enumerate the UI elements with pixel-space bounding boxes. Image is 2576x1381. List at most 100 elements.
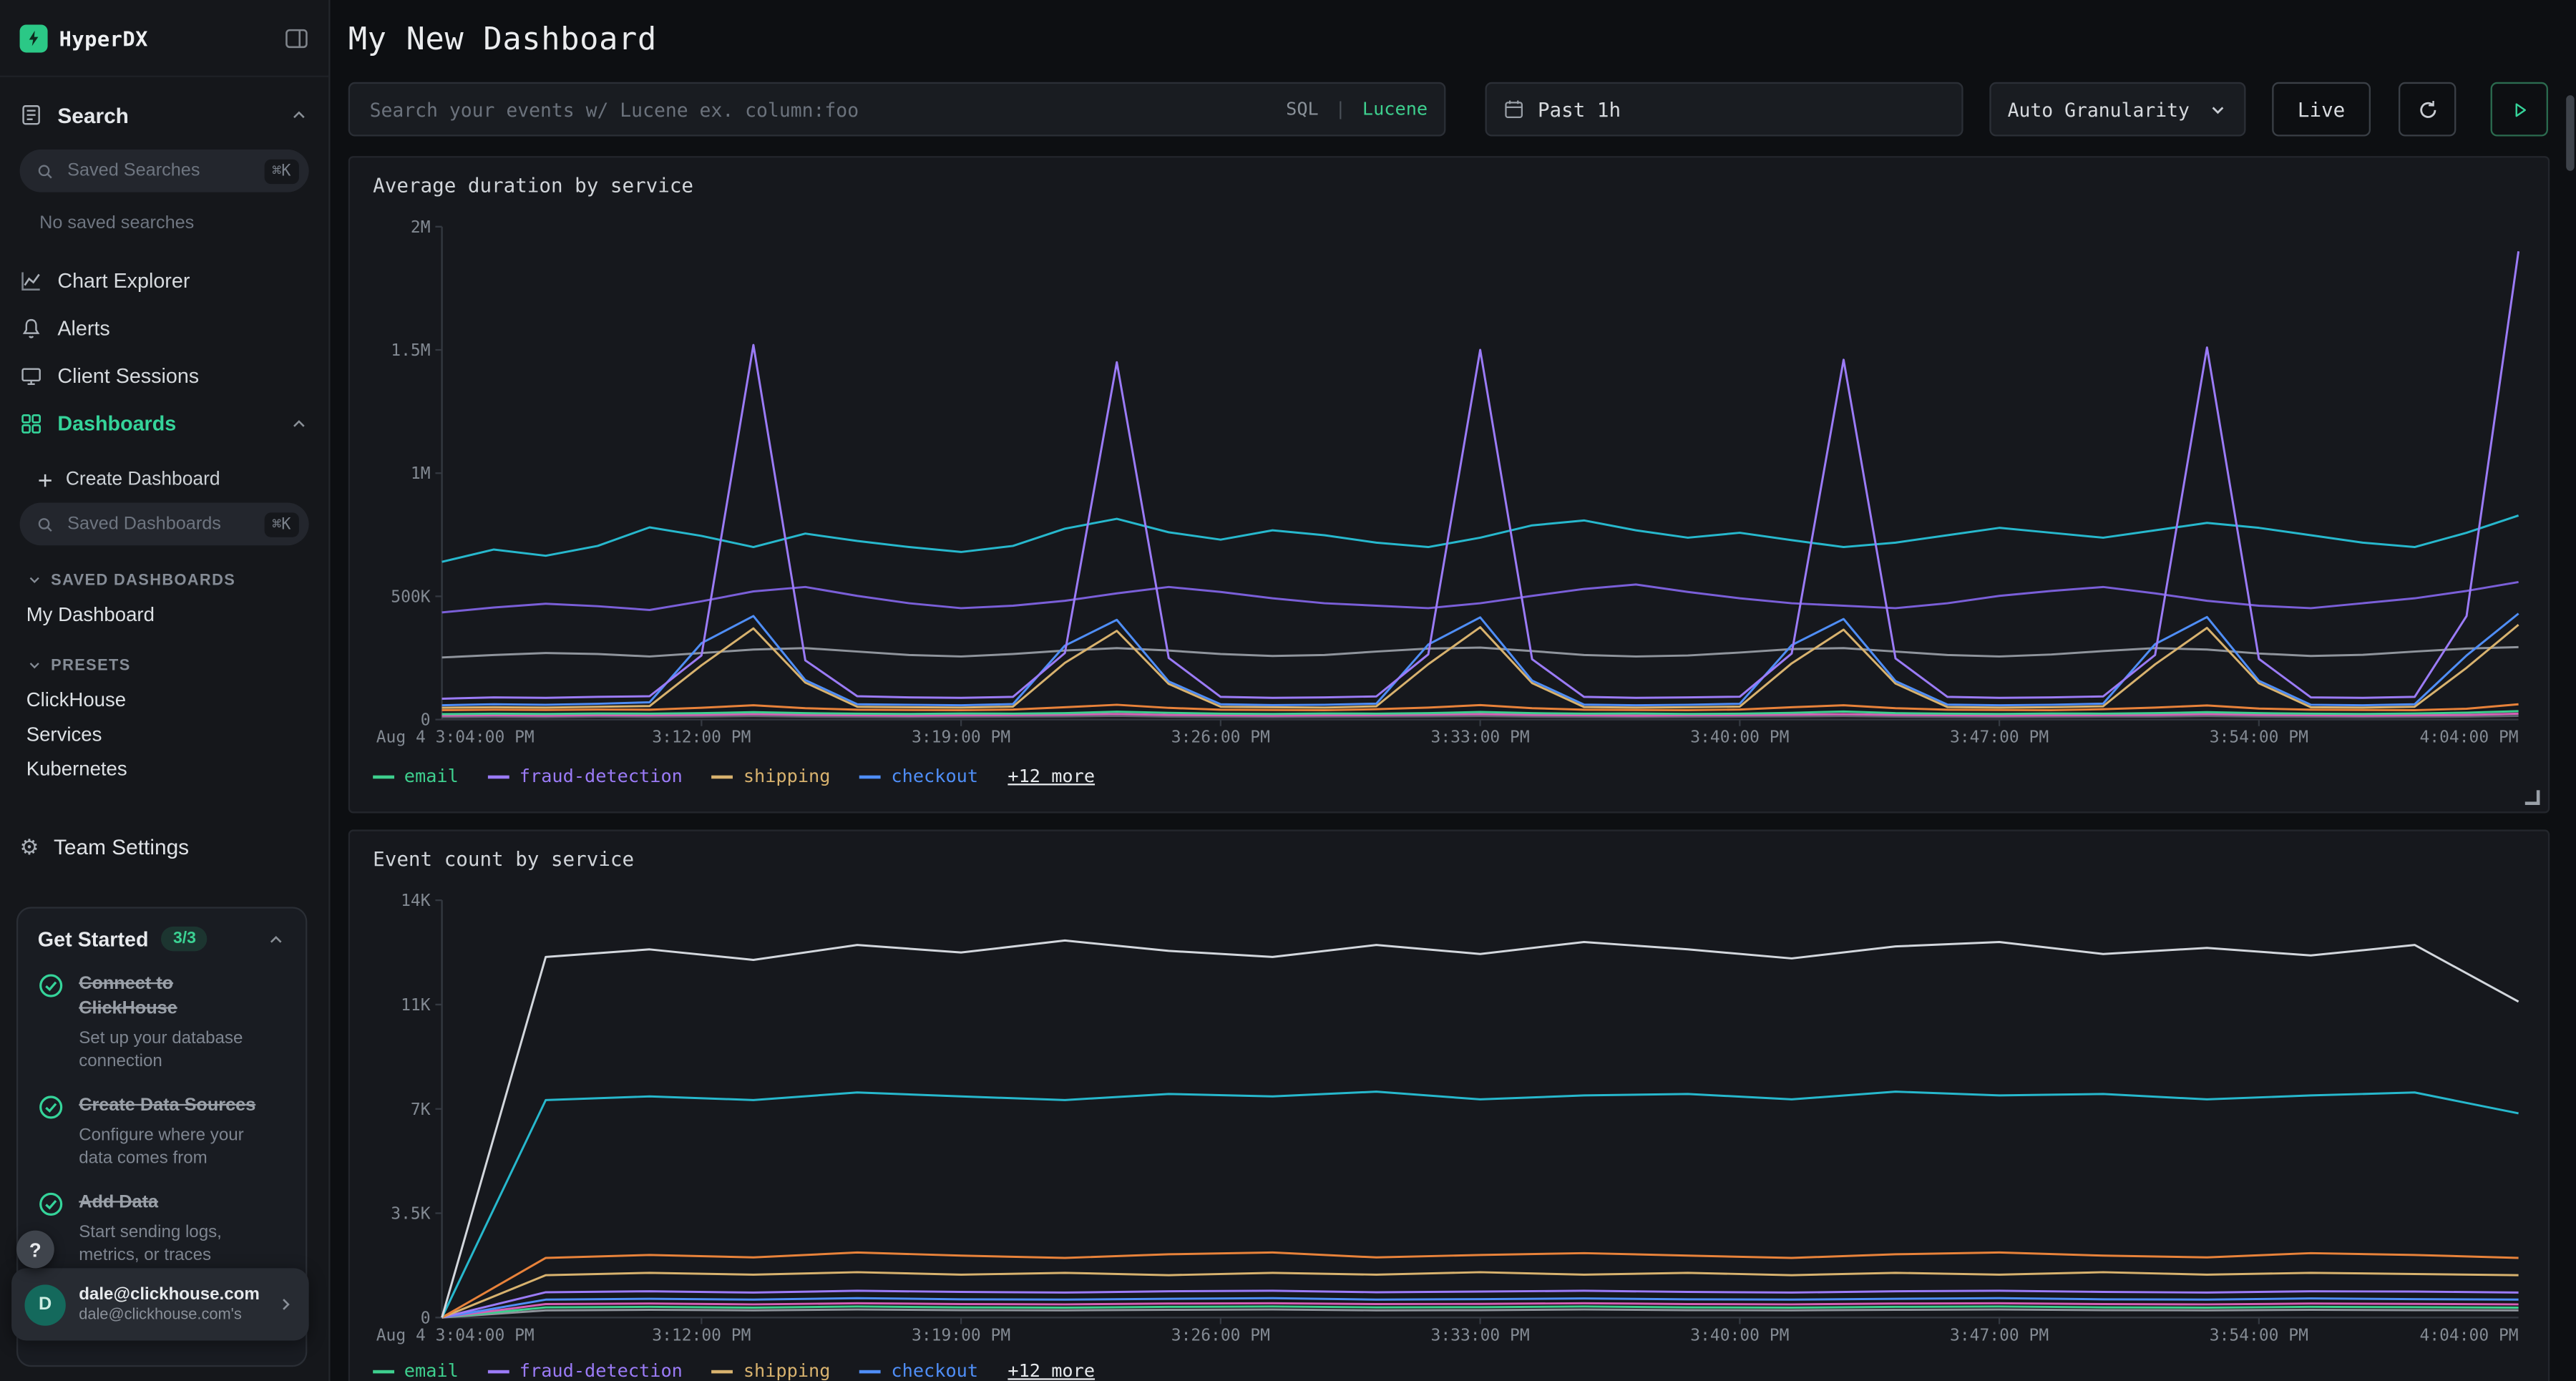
chart-title: Event count by service bbox=[373, 848, 634, 871]
legend-dash-icon bbox=[488, 775, 509, 779]
legend-item-fraud-detection[interactable]: fraud-detection bbox=[488, 1360, 683, 1381]
dashboard-item-my-dashboard[interactable]: My Dashboard bbox=[0, 596, 328, 630]
legend-more-link[interactable]: +12 more bbox=[1008, 766, 1095, 787]
legend-dash-icon bbox=[712, 1370, 733, 1373]
hyperdx-logo-icon bbox=[20, 24, 48, 52]
plus-icon bbox=[36, 471, 54, 489]
legend-item-email[interactable]: email bbox=[373, 766, 459, 787]
sidebar-item-alerts[interactable]: Alerts bbox=[0, 304, 328, 352]
svg-text:3:12:00 PM: 3:12:00 PM bbox=[652, 1326, 751, 1345]
saved-searches-search[interactable]: ⌘K bbox=[20, 150, 309, 192]
preset-item-services[interactable]: Services bbox=[0, 716, 328, 751]
refresh-icon bbox=[2416, 98, 2439, 121]
granularity-select[interactable]: Auto Granularity bbox=[1989, 82, 2245, 137]
create-dashboard-button[interactable]: Create Dashboard bbox=[0, 460, 328, 499]
panel-resize-handle[interactable] bbox=[2525, 790, 2540, 805]
legend-item-shipping[interactable]: shipping bbox=[712, 766, 830, 787]
presets-group-header[interactable]: PRESETS bbox=[0, 649, 328, 682]
run-query-button[interactable] bbox=[2491, 82, 2548, 137]
page-title: My New Dashboard bbox=[348, 21, 2576, 58]
svg-text:3:19:00 PM: 3:19:00 PM bbox=[912, 1326, 1010, 1345]
sidebar-item-dashboards[interactable]: Dashboards bbox=[0, 399, 328, 447]
legend-item-checkout[interactable]: checkout bbox=[860, 1360, 978, 1381]
legend-label: fraud-detection bbox=[519, 766, 683, 787]
saved-dashboards-search[interactable]: ⌘K bbox=[20, 503, 309, 546]
lucene-mode-toggle[interactable]: Lucene bbox=[1362, 99, 1428, 120]
sidebar-item-label: Client Sessions bbox=[57, 364, 199, 387]
sidebar-item-label: Chart Explorer bbox=[57, 268, 190, 291]
no-saved-searches-text: No saved searches bbox=[39, 213, 328, 233]
sidebar-item-label: Alerts bbox=[57, 316, 109, 339]
get-started-step[interactable]: Connect to ClickHouse Set up your databa… bbox=[38, 972, 286, 1073]
legend-dash-icon bbox=[488, 1370, 509, 1373]
gear-icon: ⚙ bbox=[20, 835, 39, 857]
svg-text:Aug 4 3:04:00 PM: Aug 4 3:04:00 PM bbox=[376, 1326, 535, 1345]
get-started-header[interactable]: Get Started 3/3 bbox=[38, 927, 286, 951]
granularity-value: Auto Granularity bbox=[2008, 98, 2208, 121]
sidebar-item-client-sessions[interactable]: Client Sessions bbox=[0, 351, 328, 399]
hyperdx-app: HyperDX Search ⌘K No saved searches bbox=[0, 0, 2576, 1381]
chevron-down-icon bbox=[26, 572, 43, 588]
sidebar-item-chart-explorer[interactable]: Chart Explorer bbox=[0, 256, 328, 304]
chevron-up-icon bbox=[289, 413, 309, 433]
refresh-button[interactable] bbox=[2399, 82, 2456, 137]
svg-text:14K: 14K bbox=[401, 892, 431, 910]
saved-dashboards-input[interactable] bbox=[64, 512, 254, 535]
legend-dash-icon bbox=[712, 775, 733, 779]
legend-more-link[interactable]: +12 more bbox=[1008, 1360, 1095, 1381]
step-description: Configure where your data comes from bbox=[79, 1123, 279, 1170]
time-range-value: Past 1h bbox=[1538, 98, 1621, 121]
event-search-input[interactable] bbox=[366, 96, 1273, 122]
saved-searches-input[interactable] bbox=[64, 160, 254, 182]
sidebar-item-label: Dashboards bbox=[57, 411, 176, 434]
preset-item-kubernetes[interactable]: Kubernetes bbox=[0, 751, 328, 785]
sidebar-nav: Chart Explorer Alerts Client Sessions Da… bbox=[0, 256, 328, 446]
chart-panel-event-count: Event count by service 03.5K7K11K14KAug … bbox=[348, 829, 2550, 1381]
time-range-picker[interactable]: Past 1h bbox=[1485, 82, 1963, 137]
get-started-step[interactable]: Create Data Sources Configure where your… bbox=[38, 1094, 286, 1170]
team-settings-button[interactable]: ⚙ Team Settings bbox=[0, 821, 328, 871]
search-section-icon bbox=[20, 104, 43, 127]
user-team: dale@clickhouse.com's bbox=[79, 1306, 263, 1324]
legend-dash-icon bbox=[860, 1370, 882, 1373]
svg-text:3:26:00 PM: 3:26:00 PM bbox=[1171, 1326, 1270, 1345]
preset-item-label: Services bbox=[26, 722, 102, 745]
legend-label: checkout bbox=[891, 766, 978, 787]
sidebar-collapse-icon[interactable] bbox=[284, 26, 308, 50]
line-chart-svg: 0500K1M1.5M2MAug 4 3:04:00 PM3:12:00 PM3… bbox=[370, 213, 2529, 752]
legend-item-shipping[interactable]: shipping bbox=[712, 1360, 830, 1381]
svg-text:0: 0 bbox=[421, 1309, 431, 1327]
vertical-scrollbar[interactable] bbox=[2566, 95, 2574, 171]
svg-text:3:40:00 PM: 3:40:00 PM bbox=[1690, 728, 1789, 747]
user-menu[interactable]: D dale@clickhouse.com dale@clickhouse.co… bbox=[11, 1268, 309, 1340]
grid-icon bbox=[20, 411, 43, 434]
svg-text:Aug 4 3:04:00 PM: Aug 4 3:04:00 PM bbox=[376, 728, 535, 747]
legend-label: fraud-detection bbox=[519, 1360, 683, 1381]
svg-text:3:54:00 PM: 3:54:00 PM bbox=[2210, 728, 2308, 747]
user-info: dale@clickhouse.com dale@clickhouse.com'… bbox=[79, 1284, 263, 1324]
svg-text:1.5M: 1.5M bbox=[391, 341, 430, 360]
legend-item-fraud-detection[interactable]: fraud-detection bbox=[488, 766, 683, 787]
sql-mode-toggle[interactable]: SQL bbox=[1286, 99, 1319, 120]
saved-dashboards-group-header[interactable]: SAVED DASHBOARDS bbox=[0, 563, 328, 596]
svg-text:4:04:00 PM: 4:04:00 PM bbox=[2420, 728, 2519, 747]
preset-item-clickhouse[interactable]: ClickHouse bbox=[0, 682, 328, 716]
play-icon bbox=[2509, 99, 2529, 119]
search-section-header[interactable]: Search bbox=[0, 84, 328, 146]
magnifier-icon bbox=[36, 162, 54, 180]
chevron-up-icon bbox=[266, 929, 286, 949]
avatar: D bbox=[24, 1284, 65, 1324]
help-button[interactable]: ? bbox=[16, 1231, 54, 1269]
magnifier-icon bbox=[36, 515, 54, 533]
sidebar: HyperDX Search ⌘K No saved searches bbox=[0, 0, 330, 1381]
legend-item-email[interactable]: email bbox=[373, 1360, 459, 1381]
get-started-step[interactable]: Add Data Start sending logs, metrics, or… bbox=[38, 1191, 286, 1267]
svg-text:11K: 11K bbox=[401, 996, 431, 1015]
legend-dash-icon bbox=[860, 775, 882, 779]
mode-divider: | bbox=[1335, 99, 1346, 120]
svg-text:4:04:00 PM: 4:04:00 PM bbox=[2420, 1326, 2519, 1345]
legend-item-checkout[interactable]: checkout bbox=[860, 766, 978, 787]
check-circle-icon bbox=[38, 1094, 64, 1170]
step-title: Create Data Sources bbox=[79, 1094, 269, 1118]
live-button[interactable]: Live bbox=[2272, 82, 2371, 137]
